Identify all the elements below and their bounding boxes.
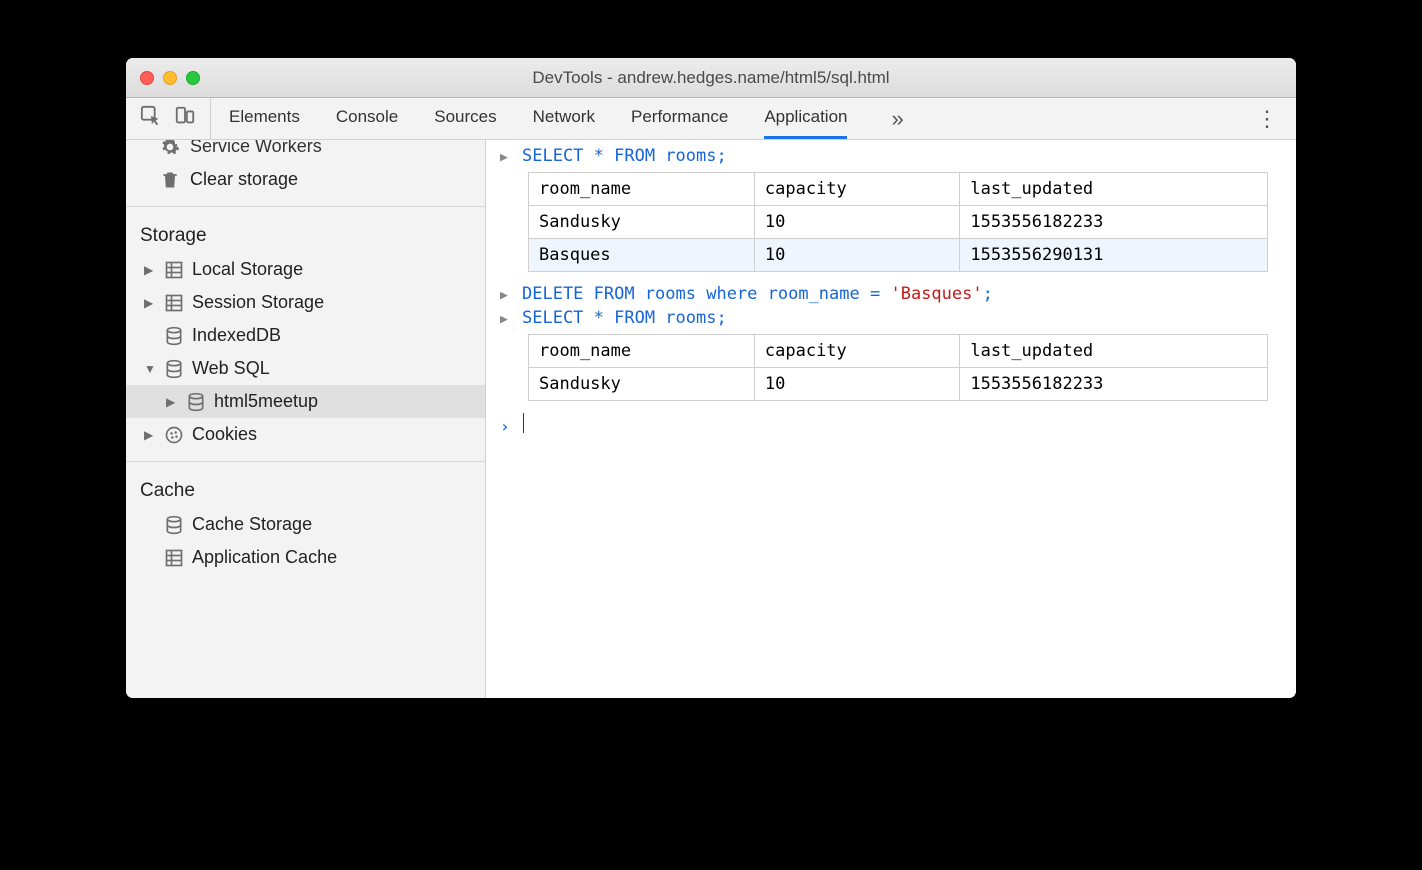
tab-performance[interactable]: Performance <box>631 98 728 139</box>
database-icon <box>164 359 184 379</box>
sidebar-item-service-workers[interactable]: Service Workers <box>126 140 485 163</box>
application-sidebar: Service Workers Clear storage Storage ▶ … <box>126 140 486 698</box>
sidebar-item-web-sql-db[interactable]: ▶ html5meetup <box>126 385 485 418</box>
console-entry: ▶ DELETE FROM rooms where room_name = 'B… <box>486 282 1296 306</box>
chevron-down-icon: ▼ <box>144 362 156 376</box>
sidebar-item-label: Service Workers <box>190 140 322 157</box>
prompt-arrow-icon: ▶ <box>500 308 512 327</box>
sql-query: SELECT * FROM rooms; <box>522 308 727 328</box>
toolbar-left <box>126 98 211 139</box>
sidebar-item-clear-storage[interactable]: Clear storage <box>126 163 485 196</box>
grid-icon <box>164 260 184 280</box>
sidebar-item-label: IndexedDB <box>192 325 281 346</box>
cell: 10 <box>754 239 959 272</box>
cell: 10 <box>754 206 959 239</box>
sidebar-item-label: Clear storage <box>190 169 298 190</box>
result-table: room_name capacity last_updated Sandusky… <box>528 334 1268 401</box>
column-header: last_updated <box>960 335 1268 368</box>
maximize-icon[interactable] <box>186 71 200 85</box>
cell: 1553556182233 <box>960 206 1268 239</box>
sidebar-item-label: html5meetup <box>214 391 318 412</box>
close-icon[interactable] <box>140 71 154 85</box>
console-entry: ▶ SELECT * FROM rooms; <box>486 306 1296 330</box>
tabs-overflow-button[interactable]: » <box>883 98 911 139</box>
sidebar-separator <box>126 206 485 207</box>
sidebar-heading-storage: Storage <box>126 217 485 253</box>
database-icon <box>164 326 184 346</box>
sidebar-item-label: Cache Storage <box>192 514 312 535</box>
column-header: room_name <box>529 335 755 368</box>
grid-icon <box>164 548 184 568</box>
gear-icon <box>160 140 180 157</box>
tab-console[interactable]: Console <box>336 98 398 139</box>
device-toggle-icon[interactable] <box>174 105 196 132</box>
cookie-icon <box>164 425 184 445</box>
kebab-menu-icon[interactable]: ⋮ <box>1256 106 1278 132</box>
prompt-arrow-icon: › <box>500 413 512 436</box>
prompt-arrow-icon: ▶ <box>500 284 512 303</box>
chevron-right-icon: ▶ <box>166 395 178 409</box>
column-header: capacity <box>754 173 959 206</box>
sidebar-heading-cache: Cache <box>126 472 485 508</box>
cell: Sandusky <box>529 206 755 239</box>
cell: 1553556182233 <box>960 368 1268 401</box>
console-entry: ▶ SELECT * FROM rooms; <box>486 144 1296 168</box>
sidebar-item-label: Session Storage <box>192 292 324 313</box>
chevron-right-icon: ▶ <box>144 428 156 442</box>
tab-network[interactable]: Network <box>533 98 595 139</box>
sidebar-item-web-sql[interactable]: ▼ Web SQL <box>126 352 485 385</box>
devtools-tabbar: Elements Console Sources Network Perform… <box>126 98 1296 140</box>
devtools-window: DevTools - andrew.hedges.name/html5/sql.… <box>126 58 1296 698</box>
titlebar: DevTools - andrew.hedges.name/html5/sql.… <box>126 58 1296 98</box>
tabs: Elements Console Sources Network Perform… <box>211 98 1238 139</box>
tab-application[interactable]: Application <box>764 98 847 139</box>
sidebar-item-session-storage[interactable]: ▶ Session Storage <box>126 286 485 319</box>
sidebar-item-application-cache[interactable]: Application Cache <box>126 541 485 574</box>
database-icon <box>186 392 206 412</box>
sql-input[interactable] <box>522 413 524 438</box>
sidebar-separator <box>126 461 485 462</box>
prompt-arrow-icon: ▶ <box>500 146 512 165</box>
table-row[interactable]: Sandusky 10 1553556182233 <box>529 368 1268 401</box>
cursor-icon <box>523 413 524 433</box>
sql-console: ▶ SELECT * FROM rooms; room_name capacit… <box>486 140 1296 698</box>
grid-icon <box>164 293 184 313</box>
sidebar-item-label: Local Storage <box>192 259 303 280</box>
column-header: room_name <box>529 173 755 206</box>
database-icon <box>164 515 184 535</box>
column-header: capacity <box>754 335 959 368</box>
result-table: room_name capacity last_updated Sandusky… <box>528 172 1268 272</box>
sql-query: SELECT * FROM rooms; <box>522 146 727 166</box>
content: Service Workers Clear storage Storage ▶ … <box>126 140 1296 698</box>
chevron-right-icon: ▶ <box>144 263 156 277</box>
sidebar-item-local-storage[interactable]: ▶ Local Storage <box>126 253 485 286</box>
cell: Sandusky <box>529 368 755 401</box>
tab-elements[interactable]: Elements <box>229 98 300 139</box>
trash-icon <box>160 170 180 190</box>
cell: 10 <box>754 368 959 401</box>
sidebar-item-label: Cookies <box>192 424 257 445</box>
sql-query: DELETE FROM rooms where room_name = 'Bas… <box>522 284 993 304</box>
table-header-row: room_name capacity last_updated <box>529 173 1268 206</box>
table-row[interactable]: Basques 10 1553556290131 <box>529 239 1268 272</box>
console-prompt[interactable]: › <box>486 411 1296 440</box>
column-header: last_updated <box>960 173 1268 206</box>
minimize-icon[interactable] <box>163 71 177 85</box>
cell: 1553556290131 <box>960 239 1268 272</box>
sidebar-item-indexeddb[interactable]: IndexedDB <box>126 319 485 352</box>
chevron-right-icon: ▶ <box>144 296 156 310</box>
table-header-row: room_name capacity last_updated <box>529 335 1268 368</box>
sidebar-item-label: Application Cache <box>192 547 337 568</box>
traffic-lights <box>140 71 200 85</box>
table-row[interactable]: Sandusky 10 1553556182233 <box>529 206 1268 239</box>
toolbar-right: ⋮ <box>1238 106 1296 132</box>
sidebar-item-cache-storage[interactable]: Cache Storage <box>126 508 485 541</box>
cell: Basques <box>529 239 755 272</box>
inspect-icon[interactable] <box>140 105 162 132</box>
sidebar-item-label: Web SQL <box>192 358 270 379</box>
window-title: DevTools - andrew.hedges.name/html5/sql.… <box>126 68 1296 88</box>
sidebar-item-cookies[interactable]: ▶ Cookies <box>126 418 485 451</box>
tab-sources[interactable]: Sources <box>434 98 496 139</box>
